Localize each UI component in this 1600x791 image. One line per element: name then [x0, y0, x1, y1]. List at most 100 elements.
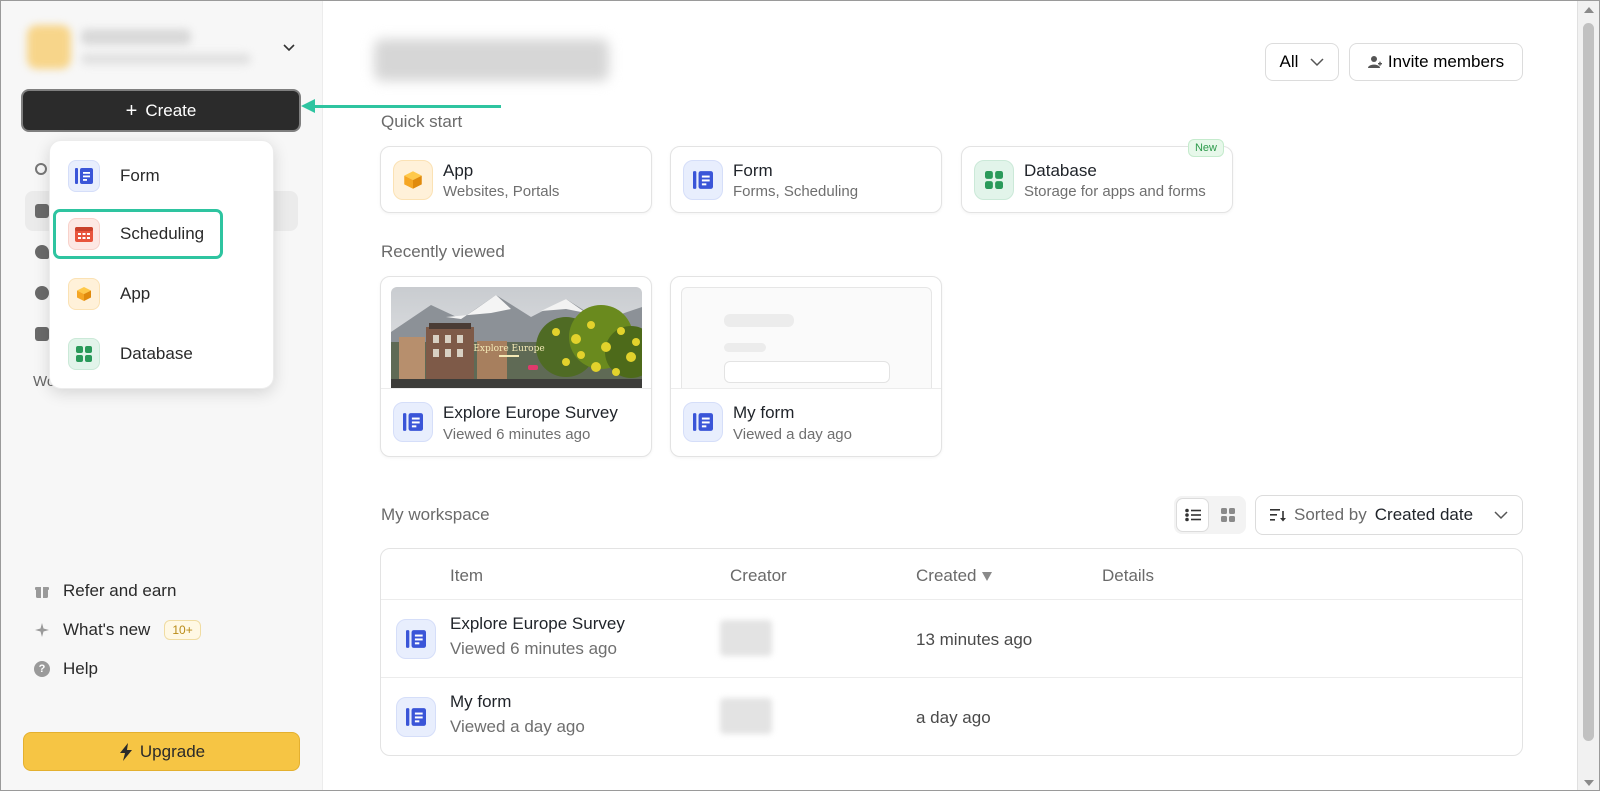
sort-desc-icon — [982, 571, 993, 581]
quick-start-card-form[interactable]: Form Forms, Scheduling — [670, 146, 942, 213]
workspace-avatar — [27, 25, 71, 69]
create-menu-label: Scheduling — [120, 224, 205, 243]
view-toggle — [1174, 496, 1246, 534]
create-menu-item-form[interactable]: Form — [68, 156, 258, 196]
card-title: Form — [733, 161, 773, 180]
filter-label: All — [1279, 52, 1299, 71]
app-cube-icon — [68, 278, 100, 310]
form-icon — [393, 402, 433, 442]
survey-thumbnail: Explore Europe — [391, 287, 642, 388]
table-row[interactable]: Explore Europe Survey Viewed 6 minutes a… — [381, 599, 1522, 677]
column-header-creator[interactable]: Creator — [730, 566, 787, 586]
quick-start-title: Quick start — [381, 112, 463, 131]
chevron-down-icon — [1494, 511, 1508, 520]
star-icon — [35, 245, 49, 259]
create-menu-item-app[interactable]: App — [68, 274, 258, 314]
sidebar-item-refer[interactable]: Refer and earn — [33, 579, 176, 603]
recent-card-explore-europe[interactable]: Explore Europe Explore Europe Survey Vie… — [380, 276, 652, 457]
scroll-down-arrow[interactable] — [1584, 780, 1594, 786]
create-menu-item-database[interactable]: Database — [68, 334, 258, 374]
quick-start-card-database[interactable]: Database Storage for apps and forms New — [961, 139, 1233, 213]
vertical-scrollbar[interactable] — [1577, 1, 1599, 790]
list-view-button[interactable] — [1176, 498, 1210, 532]
table-row[interactable]: My form Viewed a day ago a day ago — [381, 677, 1522, 755]
column-header-item[interactable]: Item — [450, 566, 483, 586]
invite-label: Invite members — [1387, 52, 1505, 71]
sort-icon — [1270, 509, 1286, 522]
column-header-created[interactable]: Created — [916, 566, 993, 586]
scroll-thumb[interactable] — [1583, 23, 1594, 741]
card-subtitle: Forms, Scheduling — [733, 183, 859, 200]
app-window: + Create Wo Refer and earn What's new 10… — [0, 0, 1600, 791]
database-icon — [68, 338, 100, 370]
create-menu-label: Database — [120, 344, 193, 363]
placeholder-line — [724, 314, 794, 327]
refer-label: Refer and earn — [63, 581, 177, 600]
create-button[interactable]: + Create — [21, 89, 301, 132]
thumbnail-title: Explore Europe — [473, 344, 544, 354]
create-menu-label: Form — [120, 166, 160, 185]
search-icon[interactable] — [35, 163, 47, 175]
whats-new-count-badge: 10+ — [164, 620, 201, 640]
column-header-details[interactable]: Details — [1102, 566, 1154, 586]
created-header-label: Created — [916, 566, 977, 585]
workspace-table: Item Creator Created Details Explore Eur… — [380, 548, 1523, 756]
calendar-icon — [35, 327, 49, 341]
page-title-redacted — [374, 39, 609, 81]
card-subtitle: Websites, Portals — [443, 183, 560, 200]
workspace-switcher[interactable] — [19, 19, 301, 75]
form-icon — [396, 619, 436, 659]
list-icon — [1184, 508, 1201, 522]
form-icon — [68, 160, 100, 192]
row-item-subtitle: Viewed 6 minutes ago — [450, 639, 617, 658]
main-content: All Invite members Quick start App Websi… — [323, 1, 1579, 790]
home-icon — [35, 204, 49, 218]
plus-icon: + — [125, 99, 138, 122]
add-user-icon — [1367, 56, 1382, 68]
card-title: My form — [733, 403, 795, 422]
row-created: 13 minutes ago — [916, 630, 1033, 649]
whats-new-label: What's new — [63, 620, 151, 639]
row-created: a day ago — [916, 708, 991, 727]
create-menu: Form Scheduling App Database — [49, 140, 274, 389]
chevron-down-icon — [1310, 58, 1324, 67]
invite-members-button[interactable]: Invite members — [1349, 43, 1523, 81]
form-icon — [683, 402, 723, 442]
filter-select[interactable]: All — [1265, 43, 1339, 81]
sidebar-item-help[interactable]: ? Help — [33, 657, 98, 681]
upgrade-button[interactable]: Upgrade — [23, 732, 300, 771]
sidebar: + Create Wo Refer and earn What's new 10… — [1, 1, 323, 790]
my-workspace-title: My workspace — [381, 505, 490, 524]
card-subtitle: Viewed 6 minutes ago — [443, 426, 591, 443]
card-title: Database — [1024, 161, 1097, 180]
recent-card-my-form[interactable]: My form Viewed a day ago — [670, 276, 942, 457]
grid-icon — [1220, 508, 1235, 522]
scroll-up-arrow[interactable] — [1584, 7, 1594, 13]
workspace-subtitle-redacted — [81, 53, 251, 65]
placeholder-field — [724, 361, 890, 383]
chevron-down-icon[interactable] — [283, 41, 295, 53]
new-badge: New — [1187, 139, 1224, 157]
sort-dropdown[interactable]: Sorted by Created date — [1255, 495, 1523, 535]
clock-icon — [35, 286, 49, 300]
gift-icon — [33, 582, 51, 600]
sort-value: Created date — [1374, 505, 1474, 524]
row-item-name: Explore Europe Survey — [450, 614, 625, 633]
app-cube-icon — [393, 160, 433, 200]
workspace-name-redacted — [81, 29, 191, 45]
creator-avatar-redacted — [720, 620, 772, 656]
card-subtitle: Storage for apps and forms — [1024, 183, 1206, 200]
form-thumbnail — [681, 287, 932, 388]
sidebar-item-whats-new[interactable]: What's new 10+ — [33, 618, 201, 642]
grid-view-button[interactable] — [1211, 498, 1244, 532]
sort-prefix: Sorted by — [1294, 505, 1367, 524]
calendar-icon — [68, 218, 100, 250]
create-menu-label: App — [120, 284, 151, 303]
quick-start-card-app[interactable]: App Websites, Portals — [380, 146, 652, 213]
help-label: Help — [63, 659, 98, 678]
upgrade-label: Upgrade — [139, 741, 206, 761]
help-icon: ? — [34, 661, 50, 677]
card-title: Explore Europe Survey — [443, 403, 618, 422]
create-menu-item-scheduling[interactable]: Scheduling — [53, 209, 223, 259]
row-item-subtitle: Viewed a day ago — [450, 717, 585, 736]
